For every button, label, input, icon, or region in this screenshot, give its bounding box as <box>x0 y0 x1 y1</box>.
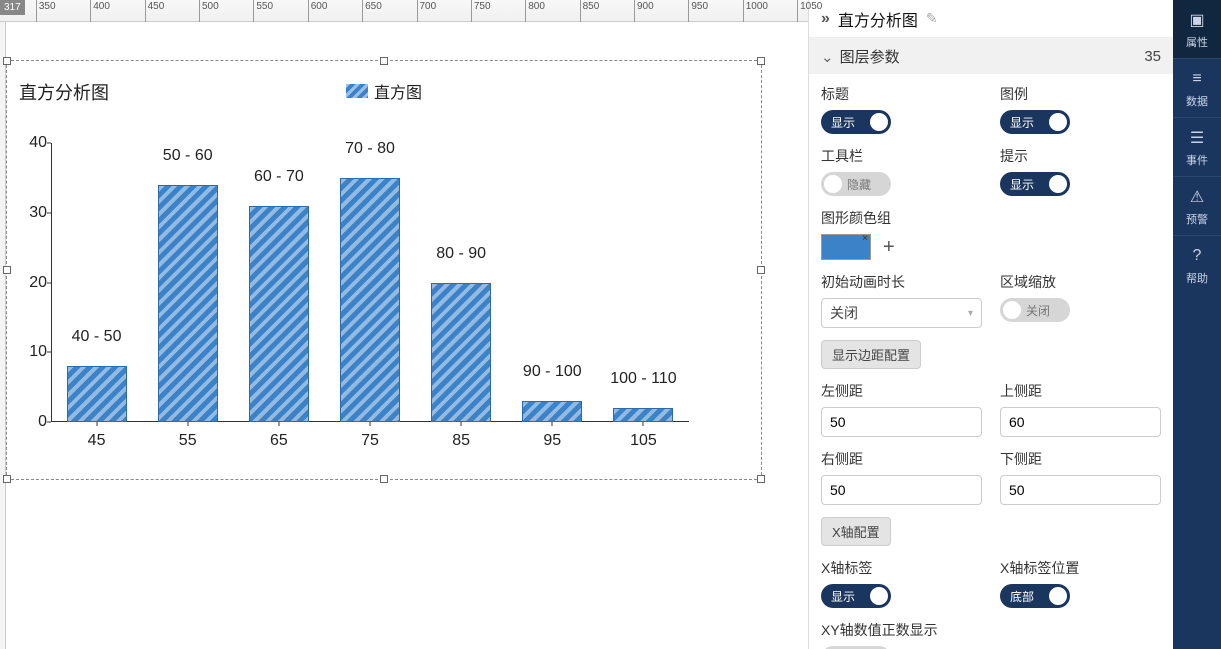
properties-icon: ▣ <box>1187 10 1207 30</box>
chart-axes: 0102030404540 - 505550 - 606560 - 707570… <box>51 143 689 422</box>
toggle-toolbar[interactable]: 隐藏 <box>821 172 891 196</box>
bar-label: 90 - 100 <box>523 363 582 381</box>
resize-handle[interactable] <box>757 266 765 274</box>
canvas-area[interactable]: 317 350400450500550600650700750800850900… <box>0 0 808 649</box>
sidebar-item-label: 事件 <box>1186 152 1208 168</box>
input-margin-bottom[interactable] <box>1000 475 1161 505</box>
help-icon: ? <box>1187 246 1207 266</box>
section-count: 35 <box>1144 48 1161 65</box>
label-legend: 图例 <box>1000 84 1161 104</box>
label-zoom: 区域缩放 <box>1000 272 1161 292</box>
sidebar-item-alert[interactable]: ⚠ 预警 <box>1173 177 1221 235</box>
sidebar-item-props[interactable]: ▣ 属性 <box>1173 0 1221 58</box>
toggle-legend[interactable]: 显示 <box>1000 110 1070 134</box>
label-xaxis-label: X轴标签 <box>821 558 982 578</box>
chevron-down-icon: ▾ <box>968 308 973 319</box>
ruler-badge: 317 <box>0 0 25 15</box>
bar-label: 80 - 90 <box>436 245 486 263</box>
legend-swatch <box>346 84 368 98</box>
label-toolbar: 工具栏 <box>821 146 982 166</box>
ruler-horizontal: 317 350400450500550600650700750800850900… <box>0 0 808 22</box>
legend-label: 直方图 <box>374 79 422 103</box>
bar <box>613 408 673 422</box>
label-xy-positive: XY轴数值正数显示 <box>821 620 1161 640</box>
label-colorgroup: 图形颜色组 <box>821 208 1161 228</box>
chart: 直方分析图 直方图 0102030404540 - 505550 - 60656… <box>19 73 749 467</box>
bar-label: 40 - 50 <box>72 328 122 346</box>
label-tooltip: 提示 <box>1000 146 1161 166</box>
label-animation: 初始动画时长 <box>821 272 982 292</box>
label-margin-bottom: 下侧距 <box>1000 449 1161 469</box>
toggle-zoom[interactable]: 关闭 <box>1000 298 1070 322</box>
resize-handle[interactable] <box>3 266 11 274</box>
bar <box>249 206 309 422</box>
resize-handle[interactable] <box>3 475 11 483</box>
bar-label: 60 - 70 <box>254 168 304 186</box>
margin-config-button[interactable]: 显示边距配置 <box>821 340 921 369</box>
chevron-down-icon: ⌄ <box>821 49 834 66</box>
bar <box>431 283 491 423</box>
chart-legend: 直方图 <box>346 79 422 103</box>
color-chip[interactable]: × <box>821 234 871 260</box>
bar-label: 70 - 80 <box>345 140 395 158</box>
edit-icon[interactable]: ✎ <box>926 10 938 27</box>
resize-handle[interactable] <box>380 57 388 65</box>
add-color-button[interactable]: + <box>883 236 895 259</box>
sidebar-item-label: 预警 <box>1186 211 1208 227</box>
resize-handle[interactable] <box>757 475 765 483</box>
sidebar-item-label: 数据 <box>1186 93 1208 109</box>
section-title: 图层参数 <box>840 49 900 66</box>
bar <box>522 401 582 422</box>
label-title: 标题 <box>821 84 982 104</box>
section-header[interactable]: ⌄ 图层参数 35 <box>809 38 1173 74</box>
properties-header: » 直方分析图 ✎ <box>809 0 1173 38</box>
bar <box>67 366 127 422</box>
panel-title: 直方分析图 <box>838 7 918 31</box>
resize-handle[interactable] <box>3 57 11 65</box>
properties-panel: » 直方分析图 ✎ ⌄ 图层参数 35 标题 显示 图例 显示 工具栏 隐藏 提示… <box>808 0 1173 649</box>
resize-handle[interactable] <box>757 57 765 65</box>
xaxis-config-button[interactable]: X轴配置 <box>821 517 891 546</box>
toggle-xaxis-label[interactable]: 显示 <box>821 584 891 608</box>
toggle-tooltip[interactable]: 显示 <box>1000 172 1070 196</box>
right-sidebar: ▣ 属性 ≡ 数据 ☰ 事件 ⚠ 预警 ? 帮助 <box>1173 0 1221 649</box>
chart-selection[interactable]: 直方分析图 直方图 0102030404540 - 505550 - 60656… <box>6 60 762 480</box>
label-margin-top: 上侧距 <box>1000 381 1161 401</box>
sidebar-item-events[interactable]: ☰ 事件 <box>1173 118 1221 176</box>
close-icon[interactable]: × <box>862 233 868 244</box>
data-icon: ≡ <box>1187 69 1207 89</box>
bar-label: 50 - 60 <box>163 147 213 165</box>
alert-icon: ⚠ <box>1187 187 1207 207</box>
sidebar-item-label: 帮助 <box>1186 270 1208 286</box>
sidebar-item-help[interactable]: ? 帮助 <box>1173 236 1221 294</box>
label-xaxis-position: X轴标签位置 <box>1000 558 1161 578</box>
properties-body: 标题 显示 图例 显示 工具栏 隐藏 提示 显示 图形颜色组 × <box>809 74 1173 649</box>
bar <box>340 178 400 422</box>
bar-label: 100 - 110 <box>610 370 676 388</box>
toggle-title[interactable]: 显示 <box>821 110 891 134</box>
bar <box>158 185 218 422</box>
sidebar-item-data[interactable]: ≡ 数据 <box>1173 59 1221 117</box>
input-margin-left[interactable] <box>821 407 982 437</box>
input-margin-right[interactable] <box>821 475 982 505</box>
label-margin-right: 右侧距 <box>821 449 982 469</box>
y-axis-line <box>51 143 52 422</box>
sidebar-item-label: 属性 <box>1186 34 1208 50</box>
toggle-xaxis-position[interactable]: 底部 <box>1000 584 1070 608</box>
label-margin-left: 左侧距 <box>821 381 982 401</box>
events-icon: ☰ <box>1187 128 1207 148</box>
resize-handle[interactable] <box>380 475 388 483</box>
input-margin-top[interactable] <box>1000 407 1161 437</box>
select-animation[interactable]: 关闭▾ <box>821 298 982 328</box>
chart-title: 直方分析图 <box>19 79 109 105</box>
